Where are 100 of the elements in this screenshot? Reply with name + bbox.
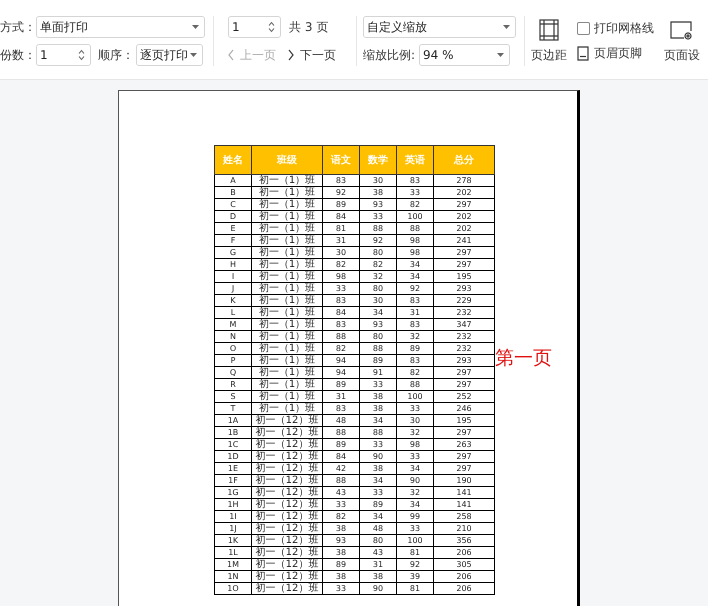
zoom-ratio-select[interactable]: 94 % <box>419 44 510 66</box>
table-cell: 初一（1）班 <box>252 234 322 246</box>
table-cell: 98 <box>396 246 434 258</box>
page-setup-button[interactable]: 页面设 <box>664 16 700 64</box>
table-cell: 43 <box>360 546 396 558</box>
table-cell: 1N <box>214 570 252 582</box>
table-cell: 初一（1）班 <box>252 258 322 270</box>
table-cell: 83 <box>396 294 434 306</box>
table-cell: 38 <box>360 402 396 414</box>
table-cell: 初一（1）班 <box>252 318 322 330</box>
table-cell: 94 <box>322 366 360 378</box>
table-cell: 1I <box>214 510 252 522</box>
table-cell: 初一（12）班 <box>252 414 322 426</box>
table-cell: 90 <box>360 450 396 462</box>
table-cell: 30 <box>360 294 396 306</box>
table-cell: 92 <box>396 558 434 570</box>
gridlines-checkbox[interactable]: 打印网格线 <box>577 20 654 37</box>
table-cell: 初一（1）班 <box>252 378 322 390</box>
table-cell: G <box>214 246 252 258</box>
dropdown-caret-icon <box>192 25 199 29</box>
table-cell: 83 <box>322 294 360 306</box>
table-cell: 1H <box>214 498 252 510</box>
table-cell: 初一（12）班 <box>252 522 322 534</box>
table-cell: K <box>214 294 252 306</box>
table-cell: 初一（1）班 <box>252 282 322 294</box>
mode-label: 方式： <box>0 18 36 36</box>
table-cell: 初一（12）班 <box>252 510 322 522</box>
table-cell: 82 <box>322 510 360 522</box>
zoom-ratio-label: 缩放比例: <box>363 46 416 64</box>
order-label: 顺序： <box>98 46 134 64</box>
table-cell: 89 <box>322 438 360 450</box>
table-cell: 32 <box>396 426 434 438</box>
table-cell: 80 <box>360 534 396 546</box>
table-cell: 88 <box>360 342 396 354</box>
table-cell: J <box>214 282 252 294</box>
copies-field[interactable]: 1 <box>36 44 91 66</box>
table-cell: 93 <box>360 198 396 210</box>
table-cell: 98 <box>396 438 434 450</box>
total-pages-label: 共 3 页 <box>289 18 328 36</box>
table-cell: 1C <box>214 438 252 450</box>
table-cell: 34 <box>360 510 396 522</box>
table-cell: 278 <box>434 174 494 186</box>
table-cell: 91 <box>360 366 396 378</box>
table-cell: 89 <box>322 558 360 570</box>
margins-button[interactable]: 页边距 <box>531 16 567 64</box>
page-gear-icon <box>670 19 694 41</box>
table-cell: 32 <box>396 486 434 498</box>
table-cell: 88 <box>360 426 396 438</box>
table-cell: 初一（1）班 <box>252 246 322 258</box>
table-cell: 初一（1）班 <box>252 270 322 282</box>
table-cell: 80 <box>360 246 396 258</box>
table-cell: 30 <box>322 246 360 258</box>
table-cell: 34 <box>396 498 434 510</box>
table-cell: 48 <box>360 522 396 534</box>
table-cell: 1O <box>214 582 252 594</box>
table-cell: 33 <box>322 582 360 594</box>
table-cell: 93 <box>360 318 396 330</box>
table-cell: 33 <box>396 402 434 414</box>
table-cell: 89 <box>360 354 396 366</box>
table-cell: 141 <box>434 498 494 510</box>
table-cell: A <box>214 174 252 186</box>
table-cell: 297 <box>434 246 494 258</box>
table-cell: 356 <box>434 534 494 546</box>
table-cell: 88 <box>322 426 360 438</box>
page-number-field[interactable]: 1 <box>228 16 281 38</box>
table-cell: 232 <box>434 330 494 342</box>
table-cell: O <box>214 342 252 354</box>
table-cell: 190 <box>434 474 494 486</box>
column-header: 英语 <box>396 146 434 174</box>
order-select[interactable]: 逐页打印 <box>136 44 203 66</box>
table-cell: 252 <box>434 390 494 402</box>
column-header: 班级 <box>252 146 322 174</box>
table-cell: 80 <box>360 282 396 294</box>
table-cell: 99 <box>396 510 434 522</box>
dropdown-caret-icon <box>190 53 197 57</box>
header-footer-button[interactable]: 页眉页脚 <box>577 45 654 62</box>
checkbox[interactable] <box>577 22 590 35</box>
table-cell: 229 <box>434 294 494 306</box>
zoom-mode-select[interactable]: 自定义缩放 <box>363 16 516 38</box>
table-cell: 82 <box>360 258 396 270</box>
table-cell: 89 <box>396 342 434 354</box>
table-cell: 31 <box>396 306 434 318</box>
table-cell: 83 <box>322 174 360 186</box>
table-cell: 83 <box>396 174 434 186</box>
table-cell: 初一（1）班 <box>252 174 322 186</box>
table-cell: S <box>214 390 252 402</box>
table-cell: C <box>214 198 252 210</box>
table-cell: 93 <box>322 534 360 546</box>
table-cell: 246 <box>434 402 494 414</box>
table-cell: 347 <box>434 318 494 330</box>
table-cell: 83 <box>396 354 434 366</box>
table-cell: 195 <box>434 270 494 282</box>
table-cell: 81 <box>322 222 360 234</box>
table-cell: 92 <box>322 186 360 198</box>
table-cell: H <box>214 258 252 270</box>
mode-select[interactable]: 单面打印 <box>36 16 205 38</box>
next-page-button[interactable]: 下一页 <box>288 46 336 64</box>
table-cell: 38 <box>322 570 360 582</box>
table-cell: 31 <box>360 558 396 570</box>
table-cell: 195 <box>434 414 494 426</box>
